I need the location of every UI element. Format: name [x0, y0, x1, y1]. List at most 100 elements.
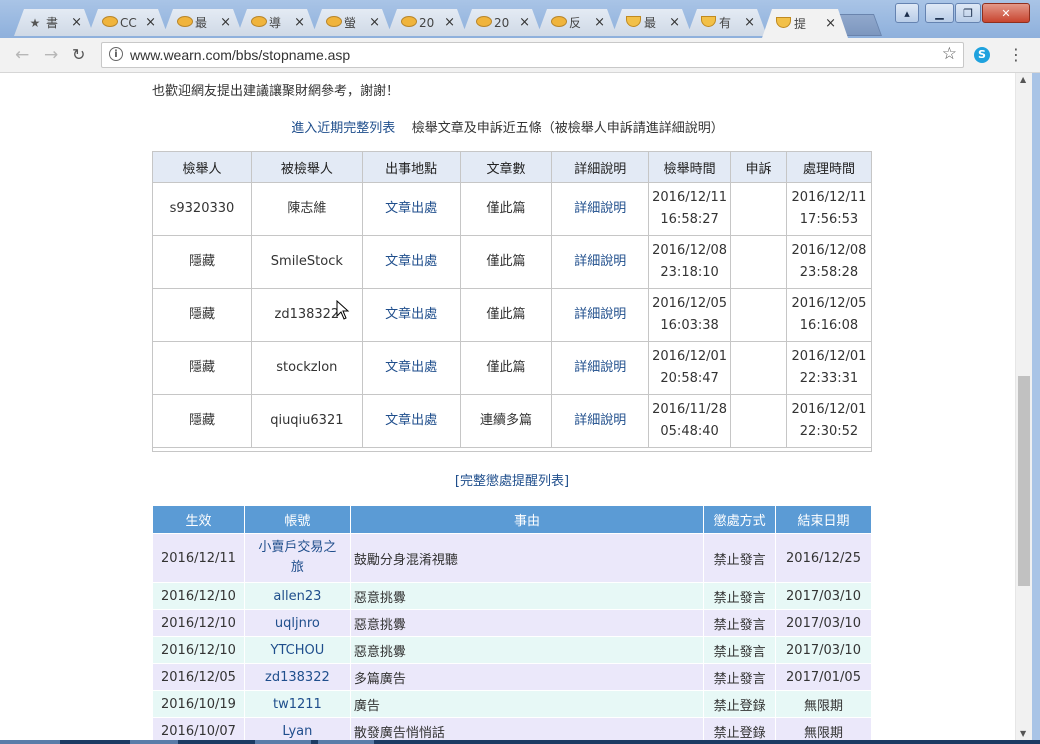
account-link[interactable]: zd138322	[243, 663, 351, 691]
tab-label: 20	[494, 15, 510, 30]
forward-arrow-icon[interactable]: →	[44, 45, 58, 65]
report-clock: 16:58:27	[660, 212, 719, 227]
header-detail: 詳細說明	[551, 151, 650, 183]
star-icon: ★	[29, 15, 41, 30]
menu-dots-icon[interactable]: ⋮	[1008, 45, 1024, 64]
browser-tab[interactable]: 20 ×	[462, 9, 542, 36]
taskbar-item[interactable]	[318, 740, 374, 744]
tab-close-icon[interactable]: ×	[71, 15, 82, 30]
scroll-down-arrow-icon[interactable]: ▼	[1020, 729, 1026, 738]
end-date-cell: 2017/03/10	[775, 636, 872, 664]
article-source-link[interactable]: 文章出處	[361, 341, 461, 395]
article-source-link[interactable]: 文章出處	[361, 288, 461, 342]
account-link[interactable]: tw1211	[243, 690, 351, 718]
appeal-cell	[730, 235, 787, 289]
report-date: 2016/11/28	[652, 402, 728, 417]
browser-tab[interactable]: 反 ×	[537, 9, 617, 36]
tab-label: 20	[419, 15, 435, 30]
header-effective: 生效	[152, 505, 245, 534]
tab-close-icon[interactable]: ×	[519, 15, 530, 30]
header-location: 出事地點	[361, 151, 461, 183]
article-source-link[interactable]: 文章出處	[361, 182, 461, 236]
taskbar-item[interactable]	[130, 740, 178, 744]
reason-cell: 惡意挑釁	[349, 609, 705, 637]
start-button[interactable]	[0, 740, 60, 744]
coin-icon	[551, 16, 565, 30]
skype-extension-icon[interactable]: S	[974, 47, 990, 63]
browser-tab[interactable]: 導 ×	[237, 9, 317, 36]
report-time-cell: 2016/12/01 20:58:47	[648, 341, 732, 395]
reload-icon[interactable]: ↻	[72, 45, 85, 64]
browser-tab[interactable]: 最 ×	[612, 9, 692, 36]
article-source-link[interactable]: 文章出處	[361, 394, 461, 448]
penalty-row: 2016/10/19 tw1211 廣告 禁止登錄 無限期	[152, 690, 872, 718]
close-window-button[interactable]: ✕	[982, 3, 1030, 23]
account-link[interactable]: Lyan	[243, 717, 351, 740]
detail-link[interactable]: 詳細說明	[551, 394, 650, 448]
account-link[interactable]: YTCHOU	[243, 636, 351, 664]
tab-label: 提	[794, 17, 807, 31]
detail-link[interactable]: 詳細說明	[551, 182, 650, 236]
header-reporter: 檢舉人	[152, 151, 252, 183]
report-date: 2016/12/08	[652, 243, 728, 258]
account-line2[interactable]: 旅	[291, 560, 304, 575]
tab-close-icon[interactable]: ×	[669, 15, 680, 30]
browser-tab[interactable]: 最 ×	[163, 9, 243, 36]
user-icon[interactable]: ▴	[895, 3, 919, 23]
detail-link[interactable]: 詳細說明	[551, 341, 650, 395]
reporter-cell: s9320330	[152, 182, 252, 236]
appeal-cell	[730, 341, 787, 395]
account-link[interactable]: allen23	[243, 582, 351, 610]
account-line1[interactable]: 小賣戶交易之	[258, 540, 336, 555]
browser-tab[interactable]: 提 ×	[762, 9, 848, 38]
info-icon[interactable]: i	[109, 47, 123, 61]
report-row-partial	[152, 447, 872, 452]
url-text[interactable]: www.wearn.com/bbs/stopname.asp	[130, 47, 350, 63]
handled-date: 2016/12/01	[791, 402, 867, 417]
account-link[interactable]: 小賣戶交易之旅	[243, 533, 351, 583]
browser-titlebar: ★ 書 × CC × 最 × 導 × 螢 × 20 × 20 × 反 × 最 × 有 × 提 × ▴ ▁ ❐ ✕	[0, 0, 1040, 38]
account-link[interactable]: uqljnro	[243, 609, 351, 637]
browser-tab[interactable]: 有 ×	[687, 9, 767, 36]
tab-close-icon[interactable]: ×	[594, 15, 605, 30]
detail-link[interactable]: 詳細說明	[551, 288, 650, 342]
end-date-cell: 2017/03/10	[775, 609, 872, 637]
penalty-row: 2016/12/11 小賣戶交易之旅鼓勵分身混淆視聽 禁止發言 2016/12/25	[152, 533, 872, 583]
tab-close-icon[interactable]: ×	[294, 15, 305, 30]
header-account: 帳號	[243, 505, 351, 534]
vertical-scrollbar[interactable]: ▲ ▼	[1015, 73, 1032, 740]
tab-close-icon[interactable]: ×	[369, 15, 380, 30]
bookmark-star-icon[interactable]: ☆	[942, 44, 957, 64]
handled-date: 2016/12/11	[791, 190, 867, 205]
browser-tab[interactable]: 20 ×	[387, 9, 467, 36]
tab-close-icon[interactable]: ×	[744, 15, 755, 30]
handled-date: 2016/12/05	[791, 296, 867, 311]
tab-close-icon[interactable]: ×	[825, 16, 836, 31]
minimize-button[interactable]: ▁	[925, 3, 954, 23]
tab-close-icon[interactable]: ×	[145, 15, 156, 30]
article-source-link[interactable]: 文章出處	[361, 235, 461, 289]
browser-tab[interactable]: CC ×	[88, 9, 168, 36]
effective-date-cell: 2016/12/10	[152, 609, 245, 637]
taskbar-item[interactable]	[255, 740, 311, 744]
reporter-cell: 隱藏	[152, 341, 252, 395]
address-bar[interactable]: i www.wearn.com/bbs/stopname.asp ☆	[101, 42, 964, 68]
handled-time-cell: 2016/12/05 16:16:08	[785, 288, 873, 342]
detail-link[interactable]: 詳細說明	[551, 235, 650, 289]
effective-date-cell: 2016/10/19	[152, 690, 245, 718]
recent-full-list-link[interactable]: 進入近期完整列表	[291, 121, 395, 136]
scroll-up-arrow-icon[interactable]: ▲	[1020, 75, 1026, 84]
article-count-cell: 僅此篇	[459, 341, 553, 395]
reported-user-cell: 陳志維	[250, 182, 363, 236]
maximize-button[interactable]: ❐	[955, 3, 981, 23]
tab-close-icon[interactable]: ×	[444, 15, 455, 30]
tab-close-icon[interactable]: ×	[220, 15, 231, 30]
end-date-cell: 2017/01/05	[775, 663, 872, 691]
scrollbar-thumb[interactable]	[1018, 376, 1030, 586]
back-arrow-icon[interactable]: ←	[15, 45, 29, 65]
coin-icon	[177, 16, 191, 30]
full-penalty-list-link[interactable]: [完整懲處提醒列表]	[0, 470, 1015, 489]
browser-tab[interactable]: ★ 書 ×	[14, 9, 94, 36]
browser-tab[interactable]: 螢 ×	[312, 9, 392, 36]
report-date: 2016/12/01	[652, 349, 728, 364]
